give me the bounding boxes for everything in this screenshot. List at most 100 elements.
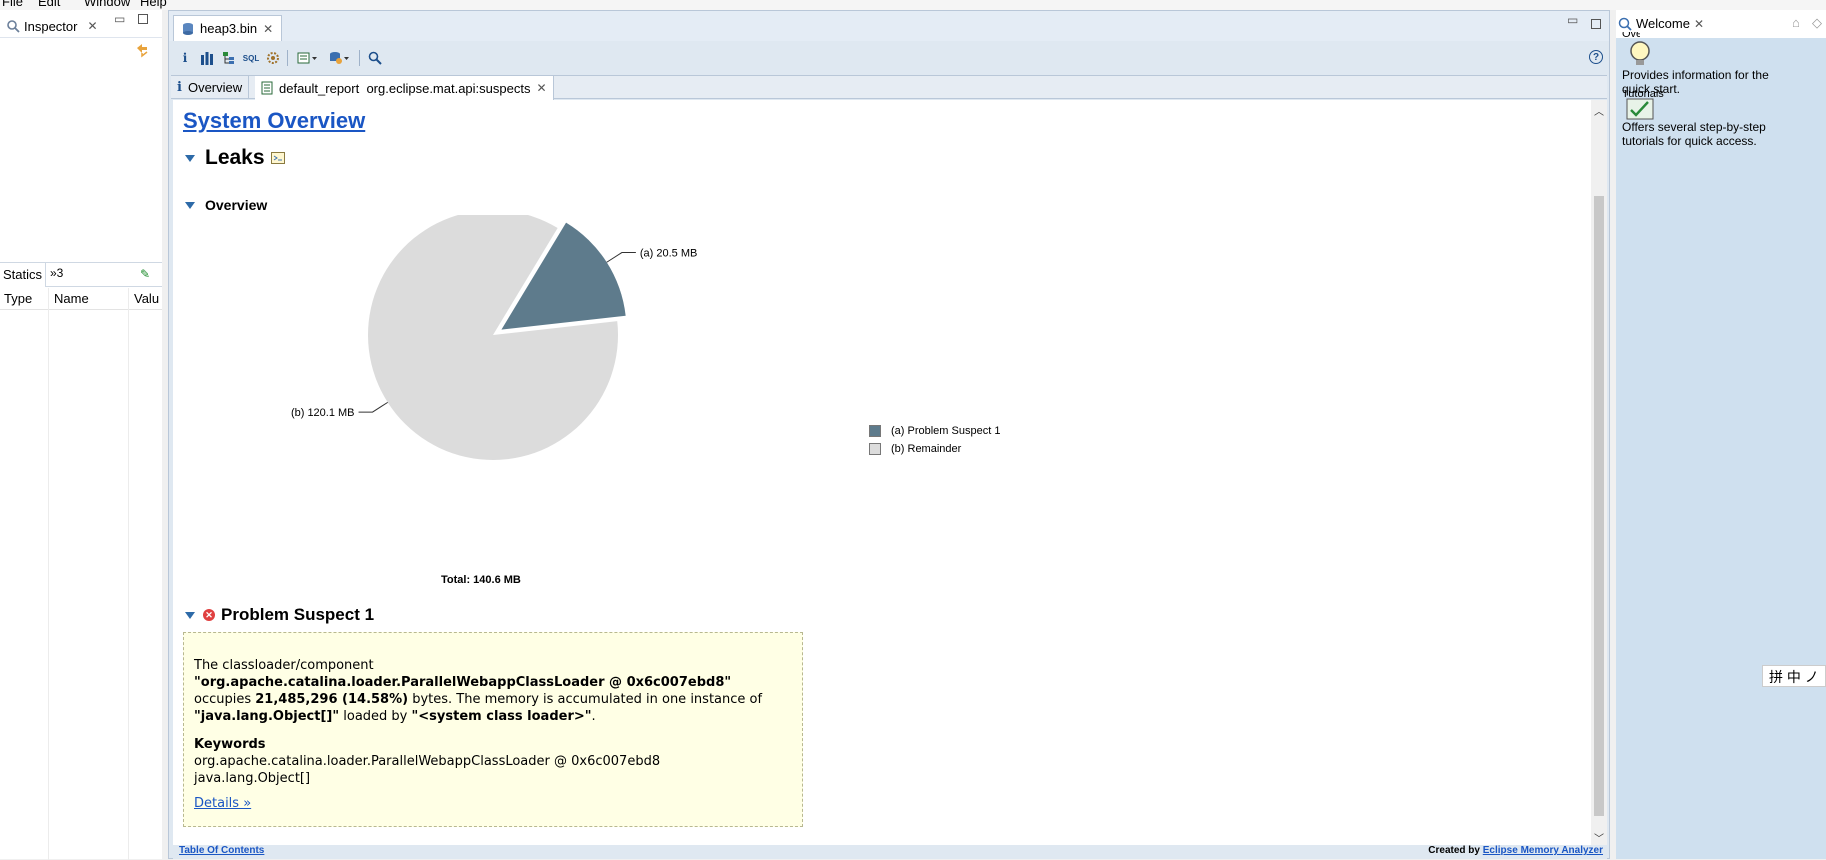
report-footer: Table Of Contents Created by Eclipse Mem… (173, 845, 1607, 859)
tab-default-report-label: default_report org.eclipse.mat.api:suspe… (279, 80, 531, 96)
eclipse-mat-link[interactable]: Eclipse Memory Analyzer (1483, 845, 1603, 856)
home-icon[interactable]: ⌂ (1792, 15, 1800, 30)
reports-dropdown-icon[interactable] (295, 50, 321, 66)
legend-label: (a) Problem Suspect 1 (891, 425, 1001, 437)
inspector-view: Inspector ✕ ▭ (0, 10, 162, 268)
pin-icon[interactable]: ✎ (140, 267, 150, 281)
created-by-text: Created by (1428, 845, 1483, 856)
minimize-icon[interactable]: ▭ (1567, 13, 1578, 27)
legend-entry: (a) Problem Suspect 1 (869, 422, 1000, 440)
occupies-prefix: occupies (194, 692, 256, 707)
menu-bar: File Edit Window Help (0, 0, 1826, 10)
page-title[interactable]: System Overview (183, 108, 365, 134)
inspector-tab[interactable]: Inspector ✕ (0, 14, 104, 38)
link-sync-icon[interactable] (134, 42, 150, 58)
more-views-chevron[interactable]: »3 (50, 266, 63, 280)
back-icon[interactable]: ◇ (1812, 15, 1822, 31)
query-browser-dropdown-icon[interactable] (327, 50, 353, 66)
table-of-contents-link[interactable]: Table Of Contents (179, 845, 264, 856)
thread-overview-icon[interactable] (265, 50, 281, 66)
statics-table-header: Type Name Valu (0, 288, 162, 310)
report-content: System Overview Leaks Overview (a) 20.5 … (173, 100, 1591, 845)
tutorials-icon[interactable] (1626, 98, 1654, 120)
scroll-down-icon[interactable]: ﹀ (1594, 830, 1604, 845)
overview-title: Overview (1622, 32, 1640, 38)
minimize-icon[interactable]: ▭ (114, 12, 125, 26)
close-icon[interactable]: ✕ (87, 19, 97, 33)
tab-overview-label: Overview (187, 80, 243, 95)
keyword-object-array: java.lang.Object[] (194, 771, 311, 786)
welcome-tab-label: Welcome (1636, 16, 1690, 31)
editor-area: heap3.bin ✕ ▭ i SQL ? i Overview default… (168, 10, 1610, 859)
help-icon[interactable]: ? (1589, 50, 1603, 64)
vertical-scrollbar[interactable]: ︿ ﹀ (1591, 100, 1607, 845)
editor-toolbar: i SQL ? (169, 42, 1609, 74)
maximize-icon[interactable] (138, 14, 148, 24)
column-divider (48, 288, 49, 860)
period: . (591, 709, 596, 724)
suspect-instance-line: "java.lang.Object[]" loaded by "<system … (194, 708, 792, 725)
occupies-suffix: bytes. The memory is accumulated in one … (408, 692, 763, 707)
close-icon[interactable]: ✕ (1694, 17, 1704, 31)
collapse-triangle-icon[interactable] (185, 611, 195, 619)
inspector-tab-label: Inspector (24, 18, 78, 34)
tutorials-title: Tutorials (1622, 90, 1664, 98)
column-name[interactable]: Name (54, 291, 89, 306)
close-icon[interactable]: ✕ (536, 81, 546, 95)
editor-tab-row: heap3.bin ✕ ▭ (169, 11, 1609, 41)
loaded-by-text: loaded by (339, 709, 412, 724)
oql-icon[interactable]: SQL (243, 50, 259, 66)
instance-type: "java.lang.Object[]" (194, 709, 340, 724)
legend-label: (b) Remainder (891, 443, 962, 455)
keywords-label: Keywords (194, 737, 266, 752)
menu-file[interactable]: File (2, 0, 23, 9)
overview-section-header[interactable]: Overview (185, 197, 267, 213)
toolbar-separator (287, 50, 288, 66)
collapse-triangle-icon[interactable] (185, 201, 195, 209)
info-icon: i (177, 80, 182, 95)
maximize-icon[interactable] (1591, 19, 1601, 29)
leaks-section-header[interactable]: Leaks (185, 146, 285, 170)
pie-leader-line (606, 252, 636, 263)
histogram-icon[interactable] (199, 50, 215, 66)
tab-overview[interactable]: i Overview (171, 76, 250, 99)
legend-entry: (b) Remainder (869, 440, 1000, 458)
pie-chart: (a) 20.5 MB (b) 120.1 MB (291, 215, 697, 460)
pie-data-label: (b) 120.1 MB (291, 407, 355, 419)
suspect-classloader: "org.apache.catalina.loader.ParallelWeba… (194, 675, 732, 690)
scrollbar-thumb[interactable] (1594, 196, 1604, 816)
search-icon[interactable] (367, 50, 383, 66)
tab-default-report[interactable]: default_report org.eclipse.mat.api:suspe… (255, 76, 554, 100)
welcome-tab[interactable]: Welcome ✕ (1618, 16, 1704, 31)
leaks-report-icon[interactable] (270, 152, 285, 164)
menu-edit[interactable]: Edit (38, 0, 60, 9)
menu-window[interactable]: Window (84, 0, 130, 9)
chart-legend: (a) Problem Suspect 1 (b) Remainder (869, 422, 1000, 458)
overview-bulb-icon[interactable] (1628, 40, 1652, 68)
details-link[interactable]: Details » (194, 796, 251, 811)
menu-help[interactable]: Help (140, 0, 167, 9)
problem-suspect-header[interactable]: ✕ Problem Suspect 1 (185, 605, 374, 625)
dominator-tree-icon[interactable] (221, 50, 237, 66)
scroll-up-icon[interactable]: ︿ (1594, 103, 1604, 118)
close-icon[interactable]: ✕ (263, 22, 273, 36)
occupies-value: 21,485,296 (14.58%) (255, 692, 409, 707)
info-icon[interactable]: i (177, 50, 193, 66)
column-value[interactable]: Valu (134, 291, 159, 306)
heap-file-tab[interactable]: heap3.bin ✕ (173, 15, 283, 41)
legend-swatch (869, 425, 881, 437)
tutorials-description[interactable]: Offers several step-by-step tutorials fo… (1622, 120, 1782, 148)
legend-swatch (869, 443, 881, 455)
column-divider (128, 288, 129, 860)
overview-heading: Overview (205, 197, 268, 213)
statics-tab[interactable]: Statics (0, 263, 47, 287)
welcome-tab-row: Welcome ✕ ⌂ ◇ (1616, 10, 1826, 38)
system-class-loader: "<system class loader>" (411, 709, 592, 724)
report-subtabs: i Overview default_report org.eclipse.ma… (171, 75, 1607, 100)
column-type[interactable]: Type (4, 291, 32, 306)
collapse-triangle-icon[interactable] (185, 154, 195, 162)
leaks-heading: Leaks (205, 146, 265, 169)
ime-toolbar[interactable]: 拼 中 ノ (1762, 665, 1826, 687)
pie-data-label: (a) 20.5 MB (640, 248, 697, 260)
welcome-icon (1618, 17, 1632, 31)
